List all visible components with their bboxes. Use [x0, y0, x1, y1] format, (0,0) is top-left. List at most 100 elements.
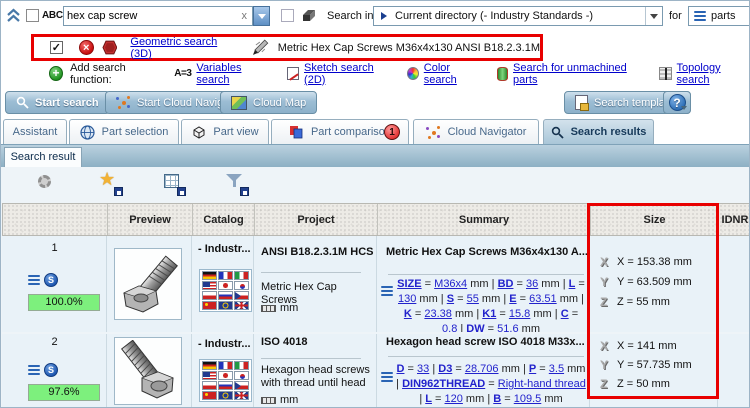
project-title: ISO 4018: [261, 336, 376, 348]
size-line: YY = 57.735 mm: [600, 355, 716, 374]
size-values: XX = 153.38 mmYY = 63.509 mmZZ = 55 mm: [600, 252, 716, 312]
axis-y-icon: Y: [600, 275, 612, 289]
flag-gb-icon: [234, 391, 249, 400]
geometric-search-checkbox[interactable]: ✓: [50, 41, 63, 54]
summary-menu-icon[interactable]: [381, 286, 393, 296]
cloud-map-icon: [231, 96, 247, 110]
search-icon: [551, 126, 564, 139]
eraser-icon[interactable]: [299, 9, 316, 23]
cloud-navigator-icon: [426, 125, 441, 140]
column-header-idnr[interactable]: IDNR: [718, 204, 750, 235]
flag-pl-icon: [202, 381, 217, 390]
partsolutions-window: ABC x Search in Current directory (- Ind…: [0, 0, 750, 408]
save-table-icon[interactable]: [162, 172, 188, 196]
axis-x-icon: X: [600, 339, 612, 353]
tab-search-results[interactable]: Search results: [543, 119, 654, 144]
clear-search-icon[interactable]: x: [242, 10, 248, 22]
table-icon: [164, 174, 179, 188]
search-input[interactable]: [67, 9, 227, 23]
part-preview-image[interactable]: [114, 248, 182, 320]
geometric-search-link[interactable]: Geometric search (3D): [130, 36, 240, 60]
color-search-link[interactable]: Color search: [424, 62, 482, 86]
column-header-preview[interactable]: Preview: [107, 204, 192, 235]
remove-search-icon[interactable]: ×: [79, 40, 94, 55]
flag-cn-icon: [202, 391, 217, 400]
s-badge-icon[interactable]: S: [44, 273, 58, 287]
flag-ru-icon: [218, 291, 233, 300]
abc-label: ABC: [42, 10, 63, 21]
summary-title: Hexagon head screw ISO 4018 M33x...: [386, 336, 588, 348]
cloud-map-button[interactable]: Cloud Map: [220, 91, 317, 114]
tab-label: Part view: [213, 126, 258, 138]
star-icon: ★: [99, 169, 115, 190]
tab-assistant[interactable]: Assistant: [3, 119, 67, 144]
tab-label: Part selection: [102, 126, 169, 138]
secondary-checkbox[interactable]: [281, 9, 294, 22]
flag-it-icon: [234, 271, 249, 280]
comparison-count-badge: 1: [384, 124, 400, 140]
result-row-1[interactable]: 1 S 100.0% - Industr...: [2, 236, 750, 332]
flag-cn-icon: [202, 301, 217, 310]
row-menu-icon[interactable]: [28, 365, 40, 375]
search-dropdown-button[interactable]: [253, 6, 270, 26]
collapse-chevrons-icon[interactable]: [7, 8, 20, 23]
results-table-header: Preview Catalog Project Summary Size IDN…: [2, 203, 750, 236]
save-filter-icon[interactable]: [225, 172, 251, 196]
directory-combo[interactable]: Current directory (- Industry Standards …: [373, 6, 663, 26]
s-badge-icon[interactable]: S: [44, 363, 58, 377]
template-document-icon: [575, 95, 588, 110]
tab-label: Search results: [571, 126, 647, 138]
search-box: x: [63, 6, 253, 26]
save-icon: [114, 187, 123, 196]
tab-part-comparison[interactable]: Part comparison 1: [271, 119, 409, 144]
project-title: ANSI B18.2.3.1M HCS: [261, 246, 376, 258]
tab-cloud-navigator[interactable]: Cloud Navigator: [413, 119, 539, 144]
flag-ru-icon: [218, 381, 233, 390]
tab-part-selection[interactable]: Part selection: [69, 119, 179, 144]
topology-icon: [659, 67, 671, 80]
column-header-summary[interactable]: Summary: [377, 204, 590, 235]
variables-search-link[interactable]: Variables search: [196, 62, 271, 86]
size-line: ZZ = 55 mm: [600, 292, 716, 312]
summary-menu-icon[interactable]: [381, 372, 393, 382]
settings-gear-icon[interactable]: [34, 172, 60, 196]
flag-eu-icon: [218, 301, 233, 310]
topology-search-link[interactable]: Topology search: [677, 62, 750, 86]
sketch-search-link[interactable]: Sketch search (2D): [304, 62, 392, 86]
flag-kr-icon: [234, 281, 249, 290]
save-favorite-icon[interactable]: ★: [99, 172, 125, 196]
flag-us-icon: [202, 281, 217, 290]
add-search-label: Add search function:: [70, 62, 163, 86]
flag-jp-icon: [218, 281, 233, 290]
search-result-subtab[interactable]: Search result: [4, 147, 82, 168]
catalog-name: - Industr...: [198, 338, 253, 350]
parts-combo[interactable]: parts: [688, 6, 750, 26]
unmachined-search-link[interactable]: Search for unmachined parts: [513, 62, 644, 86]
summary-variables[interactable]: D = 33 | D3 = 28.706 mm | P = 3.5 mm | D…: [396, 362, 586, 408]
save-icon: [240, 187, 249, 196]
filter-icon: [226, 174, 242, 182]
summary-variables[interactable]: SIZE = M36x4 mm | BD = 36 mm | L = 130 m…: [396, 277, 586, 332]
expand-arrow-icon: [381, 12, 387, 20]
abc-checkbox[interactable]: [26, 9, 39, 22]
dropdown-arrow-icon: [258, 14, 266, 19]
row-menu-icon[interactable]: [28, 275, 40, 285]
catalog-name: - Industr...: [198, 243, 253, 255]
catalog-flags: [199, 359, 252, 402]
color-wheel-icon: [407, 67, 419, 80]
start-search-button[interactable]: Start search: [5, 91, 110, 114]
part-preview-image[interactable]: [114, 337, 182, 405]
column-header-catalog[interactable]: Catalog: [192, 204, 254, 235]
column-header-size[interactable]: Size: [590, 204, 718, 235]
flag-gb-icon: [234, 301, 249, 310]
result-row-2[interactable]: 2 S 97.6% - Indu: [2, 334, 750, 408]
list-icon: [694, 11, 706, 21]
search-toolbar: ABC x Search in Current directory (- Ind…: [1, 1, 750, 31]
sketch-search-icon: [287, 67, 299, 80]
tab-part-view[interactable]: Part view: [181, 119, 269, 144]
column-header-project[interactable]: Project: [254, 204, 377, 235]
directory-value: Current directory (- Industry Standards …: [395, 10, 645, 22]
add-icon[interactable]: +: [49, 66, 63, 81]
help-button[interactable]: ?: [663, 91, 691, 114]
directory-dropdown-button[interactable]: [645, 7, 662, 25]
